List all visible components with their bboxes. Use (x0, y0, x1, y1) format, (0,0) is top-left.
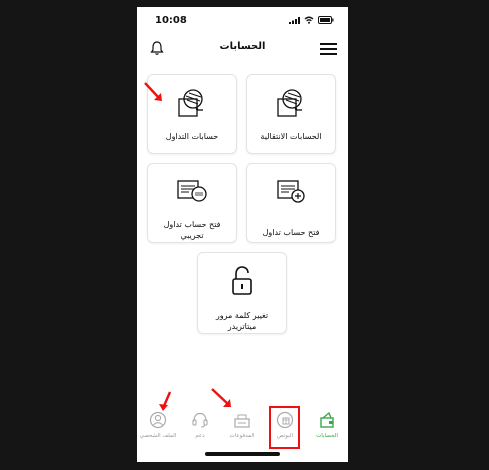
highlight-box (269, 406, 300, 449)
file-add-icon (277, 180, 305, 203)
demo-file-icon (177, 180, 207, 202)
arrow-icon (144, 82, 162, 101)
nav-label: الملف الشخصي (139, 433, 177, 439)
arrow-icon (159, 391, 172, 411)
card-label: الحسابات الانتقالية (260, 132, 322, 141)
user-icon (149, 411, 167, 429)
nav-item-accounts[interactable]: الحسابات (307, 405, 347, 449)
app-header: الحسابات (137, 33, 348, 65)
status-time: 10:08 (155, 15, 187, 26)
nav-label: دعم (195, 433, 205, 439)
card-label: حسابات التداول (165, 132, 219, 141)
padlock-icon (232, 266, 252, 295)
status-bar: 10:08 (137, 7, 348, 33)
wallet-icon (178, 89, 203, 117)
status-icons (289, 16, 334, 24)
card-label: تغيير كلمة مرور ميتاتريدر (215, 311, 269, 331)
nav-label: الحسابات (316, 433, 338, 439)
wallet-icon (277, 89, 302, 117)
headset-icon (192, 412, 208, 428)
card-label: فتح حساب تداول تجريبي (163, 220, 221, 240)
accounts-wallet-icon (320, 411, 334, 428)
payments-icon (234, 414, 250, 428)
open-demo-account-card[interactable]: فتح حساب تداول تجريبي (147, 163, 237, 243)
battery-icon (318, 16, 334, 24)
menu-button[interactable] (320, 41, 337, 55)
nav-label: المدفوعات (229, 433, 255, 439)
page-title: الحسابات (219, 41, 266, 52)
open-trading-account-card[interactable]: فتح حساب تداول (246, 163, 336, 243)
menu-icon (320, 43, 337, 55)
home-indicator (205, 452, 280, 456)
wifi-icon (304, 16, 314, 24)
arrow-icon (211, 388, 231, 407)
change-password-card[interactable]: تغيير كلمة مرور ميتاتريدر (197, 252, 287, 334)
conversion-accounts-card[interactable]: الحسابات الانتقالية (246, 74, 336, 154)
signal-icon (289, 16, 300, 24)
card-label: فتح حساب تداول (262, 228, 320, 237)
